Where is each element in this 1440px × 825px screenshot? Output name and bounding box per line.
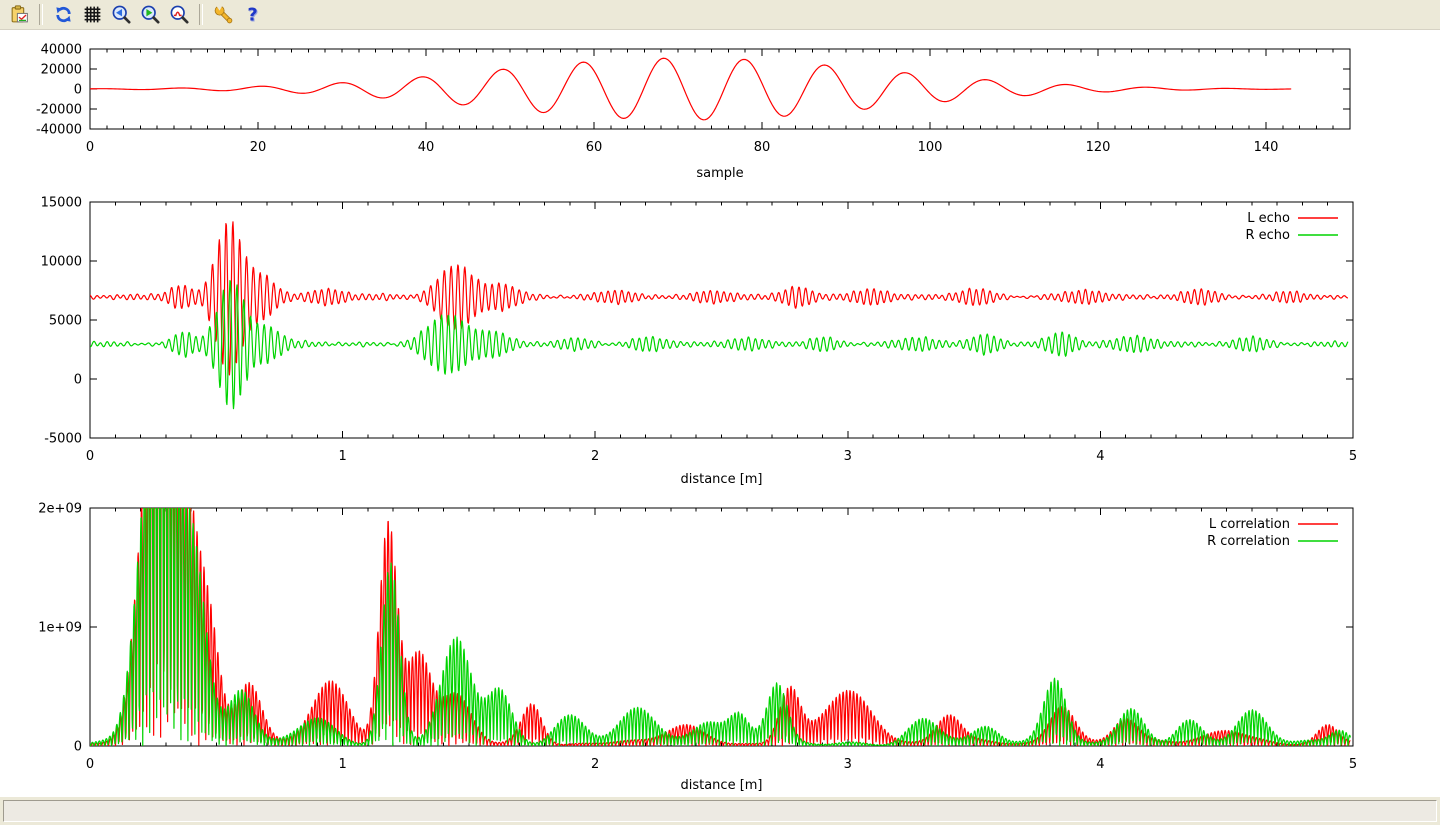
autoscale-button[interactable] [166,2,192,28]
statusbar [0,797,1440,825]
pulse-plot[interactable]: 0 20 40 60 80 100 120 140 -40000 -20000 0 20000 4000… [0,30,1440,190]
zoom-next-icon [140,4,161,25]
x-tick-label: 60 [586,140,603,155]
zoom-previous-button[interactable] [108,2,134,28]
x-tick-label: 0 [86,140,94,155]
statusbar-text [3,800,1437,822]
x-tick-label: 0 [86,449,94,464]
help-button[interactable]: ? ? [239,2,265,28]
y-tick-label: -20000 [36,103,82,118]
series-group [90,222,1348,409]
x-tick-label: 3 [844,757,852,772]
x-tick-label: 80 [754,140,771,155]
x-tick-label: 140 [1254,140,1279,155]
x-tick-label: 100 [918,140,943,155]
help-icon: ? ? [242,4,263,25]
x-tick-label: 5 [1349,757,1357,772]
x-tick-label: 2 [591,757,599,772]
x-axis-label: sample [696,166,743,181]
toolbar: ? ? [0,0,1440,30]
series-group [90,500,1350,746]
y-tick-label: 40000 [41,43,82,58]
copy-to-clipboard-button[interactable] [6,2,32,28]
legend-label: R echo [1245,228,1290,243]
wrench-icon [213,4,234,25]
y-tick-label: 0 [74,83,82,98]
echo-plot[interactable]: 0 1 2 3 4 5 -5000 0 5000 10000 15000 distance [m] L … [0,190,1440,500]
series-l-correlation [90,500,1350,746]
refresh-icon [53,4,74,25]
toolbar-separator [39,4,43,25]
correlation-plot[interactable]: 0 1 2 3 4 5 0 1e+09 2e+09 distance [m] L correlati… [0,500,1440,795]
x-tick-label: 20 [250,140,267,155]
x-axis-label: distance [m] [680,472,762,487]
y-tick-label: 0 [74,373,82,388]
legend-label: R correlation [1207,534,1290,549]
y-tick-label: -5000 [44,432,82,447]
axes [90,508,1353,746]
y-tick-label: -40000 [36,123,82,138]
plot-canvas: 020406080100120140-40000-200000200004000… [0,30,1440,797]
legend-label: L correlation [1209,517,1290,532]
toolbar-separator [199,4,203,25]
x-axis-label: distance [m] [680,778,762,793]
y-tick-label: 10000 [41,255,82,270]
y-tick-label: 2e+09 [38,502,82,517]
series-pulse [90,58,1291,120]
x-tick-label: 2 [591,449,599,464]
x-tick-label: 5 [1349,449,1357,464]
x-tick-label: 0 [86,757,94,772]
replot-button[interactable] [50,2,76,28]
axes [90,202,1353,438]
series-group [90,58,1291,120]
clipboard-chart-icon [9,4,30,25]
x-tick-label: 4 [1096,449,1104,464]
y-tick-label: 0 [74,740,82,755]
configure-button[interactable] [210,2,236,28]
x-tick-label: 3 [844,449,852,464]
y-tick-label: 1e+09 [38,621,82,636]
y-tick-label: 15000 [41,196,82,211]
x-tick-label: 120 [1086,140,1111,155]
series-r-correlation [90,500,1350,746]
zoom-next-button[interactable] [137,2,163,28]
grid-icon [82,4,103,25]
series-l-echo [90,222,1348,375]
svg-text:?: ? [247,5,257,25]
x-tick-label: 1 [338,757,346,772]
toggle-grid-button[interactable] [79,2,105,28]
x-tick-label: 4 [1096,757,1104,772]
legend-label: L echo [1247,211,1290,226]
y-tick-label: 5000 [49,314,82,329]
x-tick-label: 1 [338,449,346,464]
zoom-previous-icon [111,4,132,25]
x-tick-label: 40 [418,140,435,155]
y-tick-label: 20000 [41,63,82,78]
zoom-all-icon [169,4,190,25]
